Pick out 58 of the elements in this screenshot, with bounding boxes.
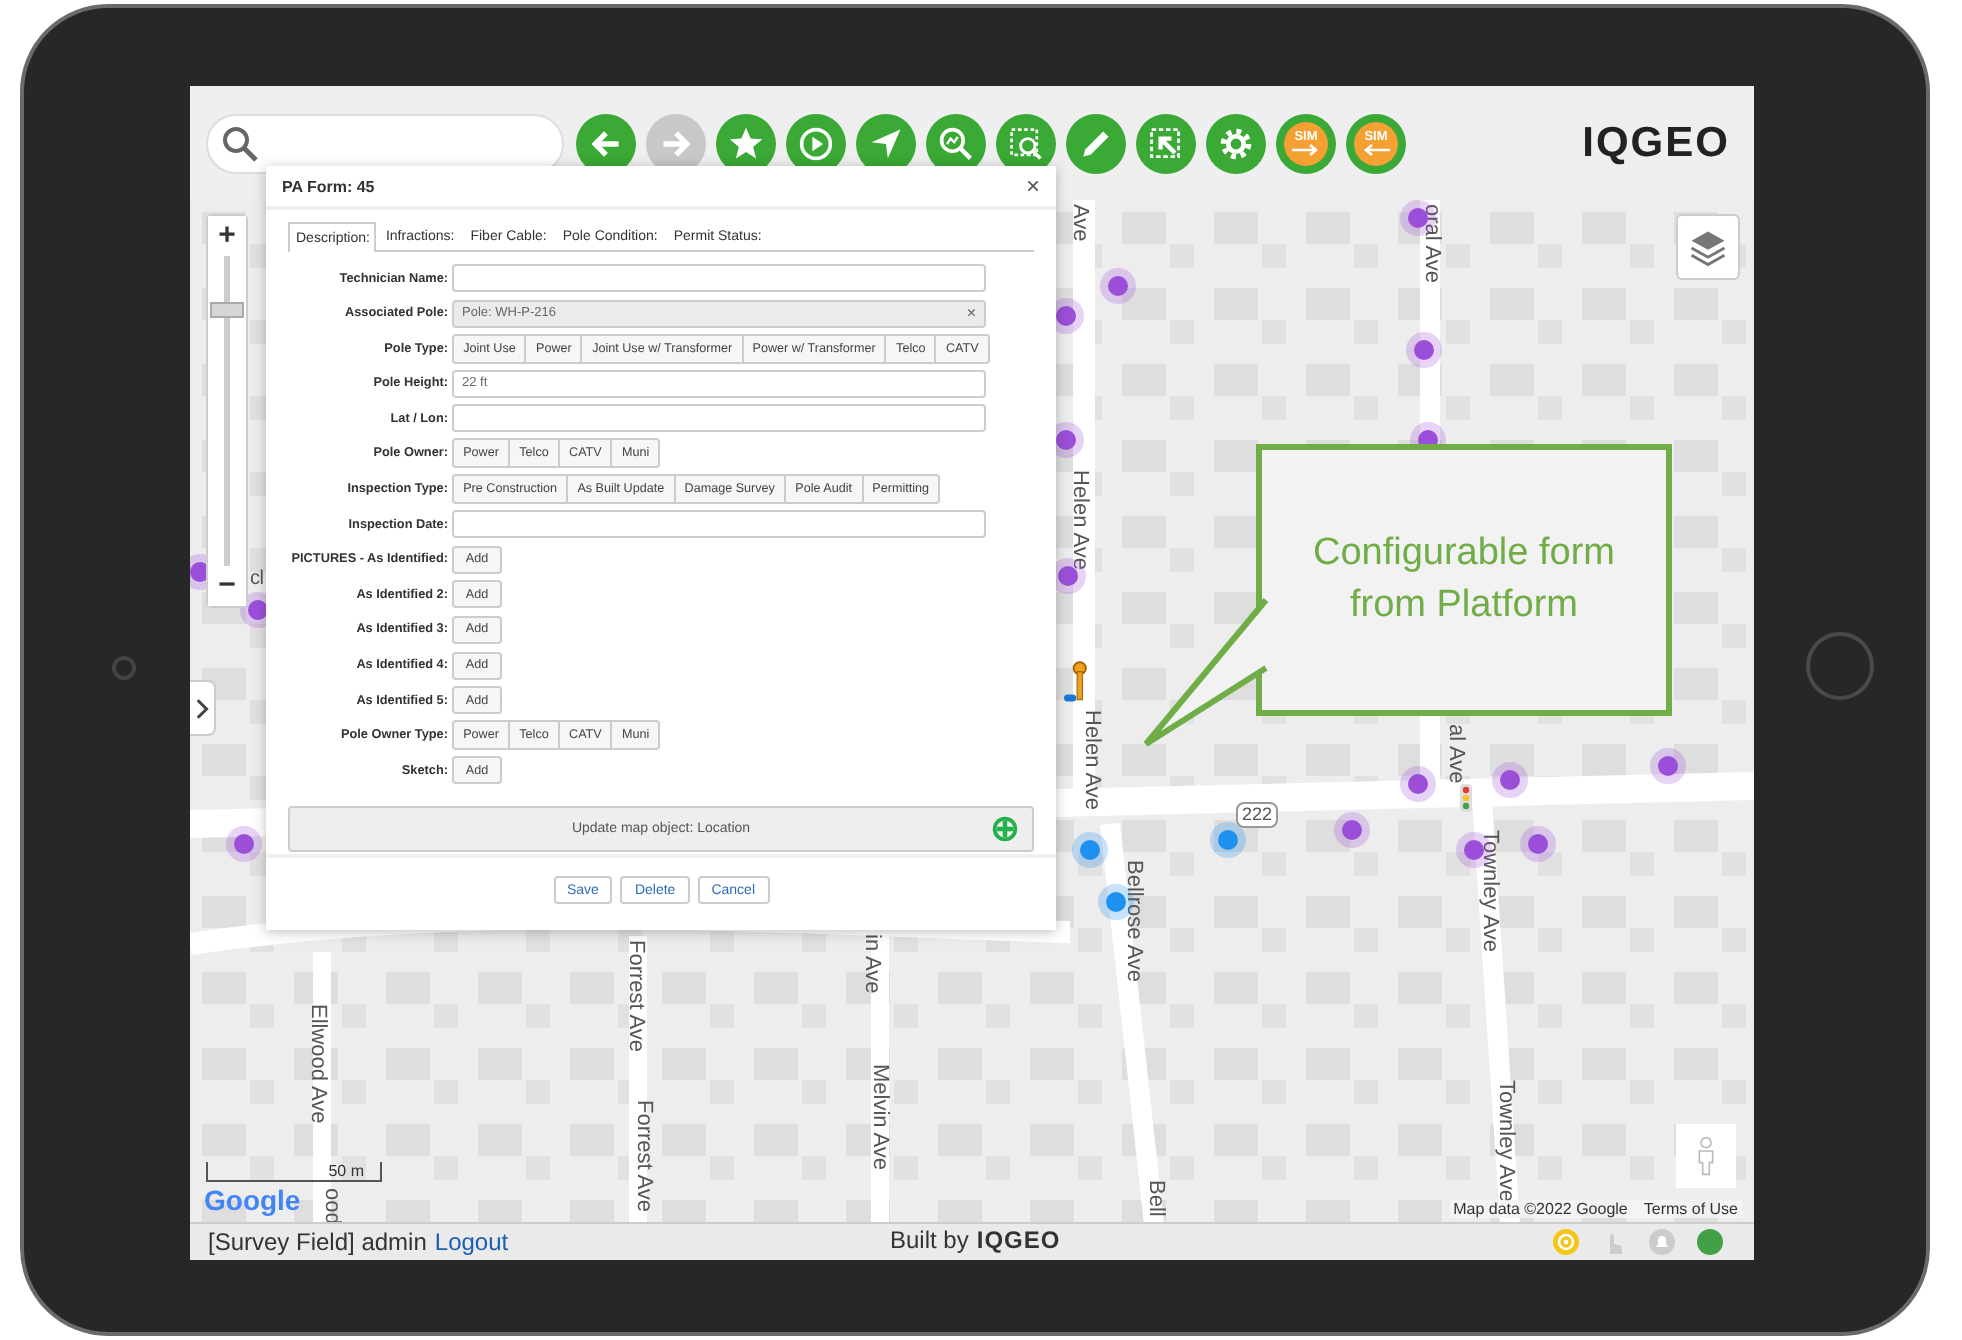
traffic-light-icon [1460, 784, 1472, 812]
settings-button[interactable] [1206, 113, 1266, 173]
text-field[interactable] [452, 264, 986, 292]
zoom-selection-icon [1008, 125, 1044, 161]
street-label: oral Ave [1420, 204, 1444, 284]
magnifier-chart-icon [938, 125, 974, 161]
street-label: Forrest Ave [632, 1100, 656, 1213]
chevron-right-icon [195, 697, 209, 719]
settings-icon [1218, 125, 1254, 161]
map-attribution: Map data ©2022 Google [1453, 1200, 1628, 1218]
street-label: al Ave [1444, 724, 1468, 784]
bell-icon[interactable] [1648, 1228, 1676, 1256]
street-label: Helen Ave [1080, 710, 1104, 810]
close-button[interactable]: × [1025, 174, 1040, 198]
toolbar-button[interactable] [1136, 113, 1196, 173]
star-icon [728, 125, 764, 161]
person-icon [1696, 1134, 1716, 1178]
crosshair-icon [992, 816, 1018, 843]
layers-button[interactable] [1676, 214, 1740, 280]
street-label: Ave [1068, 204, 1092, 242]
street-label: Ellwood Ave [306, 1004, 330, 1124]
toolbar-button[interactable] [1066, 113, 1126, 173]
text-field[interactable] [452, 510, 986, 539]
street-label: in Ave [860, 934, 884, 994]
terms-link[interactable]: Terms of Use [1643, 1200, 1738, 1218]
logo: IQGEO [1582, 119, 1730, 167]
arrow-right-icon [1292, 144, 1320, 156]
google-logo: Google [204, 1184, 301, 1216]
arrow-left-icon [1362, 144, 1390, 156]
search-icon [220, 123, 260, 163]
callout-text: Configurable form from Platform [1310, 530, 1618, 630]
scale-label: 50 m [328, 1162, 366, 1180]
expand-panel-button[interactable] [190, 680, 216, 736]
dialog-title: PA Form: 45 [282, 177, 375, 195]
street-view-button[interactable] [1676, 1124, 1736, 1188]
logo: IQGEO [976, 1226, 1061, 1254]
pole-marker-icon [1064, 660, 1092, 708]
logout-link[interactable]: Logout [434, 1228, 509, 1256]
street-label: Forrest Ave [624, 940, 648, 1053]
navigation-arrow-icon [868, 125, 904, 161]
street-label: Bell [1144, 1180, 1168, 1217]
search-field[interactable] [206, 113, 564, 173]
street-label: Bellrose Ave [1122, 860, 1146, 982]
text-field[interactable] [452, 404, 986, 433]
zoom-slider-thumb[interactable] [210, 301, 244, 318]
street-label: cl [250, 568, 264, 592]
status-dot-icon [1696, 1228, 1724, 1256]
route-shield: 222 [1236, 802, 1279, 828]
street-label: Townley Ave [1478, 830, 1502, 952]
camera-icon [112, 656, 136, 680]
user-label: [Survey Field] admin [208, 1228, 427, 1256]
street-label: Townley Ave [1494, 1080, 1518, 1202]
street-label: Helen Ave [1068, 470, 1092, 570]
home-button[interactable] [1806, 632, 1874, 700]
built-by-label: Built by [890, 1226, 969, 1254]
target-icon[interactable] [1552, 1228, 1580, 1256]
street-label: Melvin Ave [868, 1064, 892, 1170]
play-icon [798, 125, 834, 161]
